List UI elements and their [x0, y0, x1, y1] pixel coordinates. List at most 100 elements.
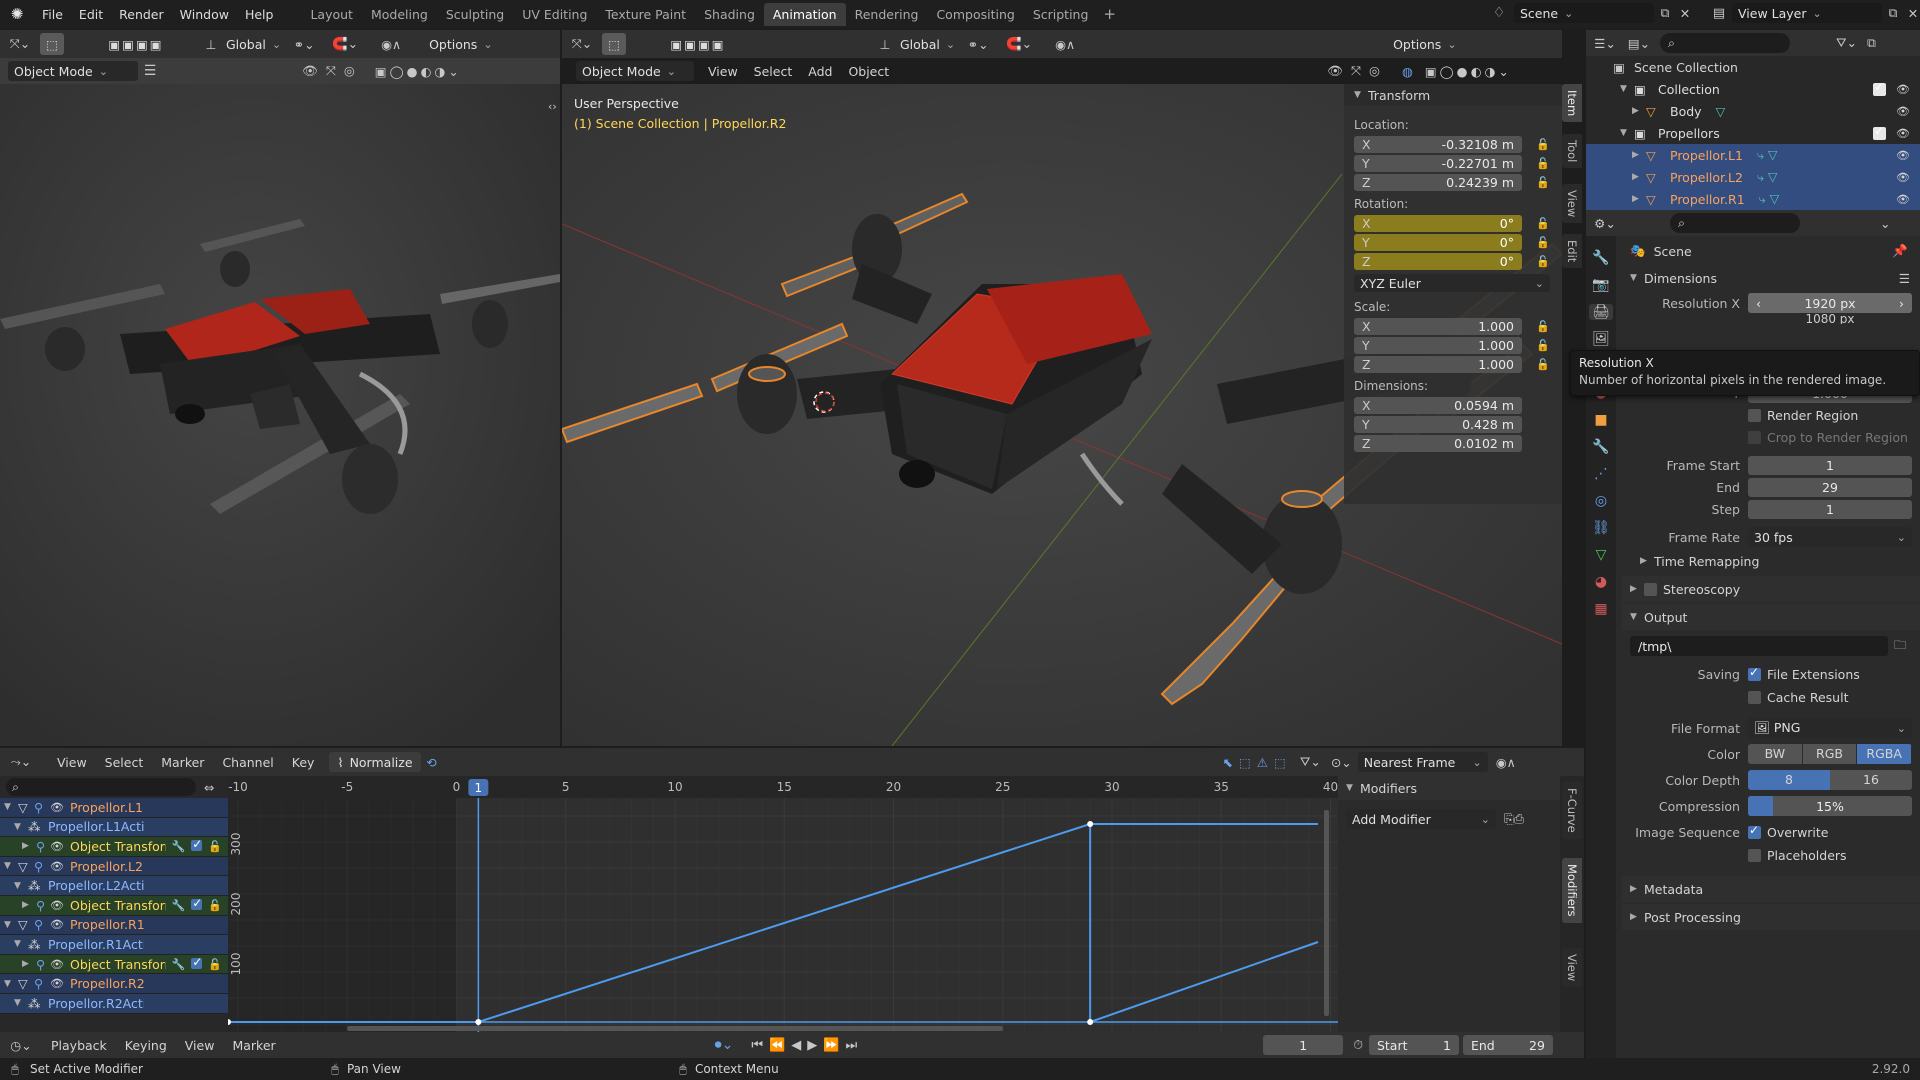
lock-icon[interactable]: 🔓	[208, 899, 222, 912]
expand-icon[interactable]: ▼	[14, 998, 28, 1008]
channel-row[interactable]: ▶⚲👁Object Transforms🔧🔓	[0, 837, 228, 857]
pin-icon[interactable]: ⚲	[34, 800, 50, 815]
sidebar-tab-tool[interactable]: Tool	[1562, 134, 1582, 169]
channel-search-input[interactable]: ⌕	[6, 778, 196, 796]
outliner-row[interactable]: ▶ ▽ Propellor.L2 ⤷ ▽ 👁	[1586, 166, 1920, 188]
color-option-rgb[interactable]: RGB	[1802, 744, 1858, 764]
tab-animation[interactable]: Animation	[763, 2, 846, 26]
lock-icon[interactable]: 🔓	[208, 840, 222, 853]
depth-option-8[interactable]: 8	[1748, 770, 1830, 790]
pivot-icon[interactable]: ⚭⌄	[287, 37, 321, 52]
outliner-row[interactable]: ▼▣ Propellors 👁	[1586, 122, 1920, 144]
menu-window[interactable]: Window	[172, 7, 237, 22]
presets-icon[interactable]: ☰	[1899, 271, 1910, 286]
scale-x-field[interactable]: X 1.000	[1354, 318, 1522, 335]
pin-icon[interactable]: ⚲	[36, 957, 50, 972]
outliner-row[interactable]: ▼▣ Collection 👁	[1586, 78, 1920, 100]
pin-icon[interactable]: 📌	[1892, 243, 1908, 259]
editor-type-icon[interactable]: ◷⌄	[0, 1038, 42, 1053]
area-split-icon[interactable]: ‹›	[548, 100, 557, 113]
rotation-z-field[interactable]: Z 0°	[1354, 253, 1522, 270]
object-mode-dropdown[interactable]: Object Mode	[8, 61, 138, 81]
object-mode-dropdown[interactable]: Object Mode	[576, 61, 694, 81]
eye-icon[interactable]: 👁	[50, 860, 66, 873]
channel-row[interactable]: ▼⁂ Propellor.R2Action	[0, 993, 228, 1014]
graph-menu-marker[interactable]: Marker	[152, 755, 213, 770]
rotation-x-field[interactable]: X 0°	[1354, 215, 1522, 232]
menu-edit[interactable]: Edit	[71, 7, 111, 22]
select-tool-icon[interactable]: ⬚	[602, 33, 626, 55]
resolution-y-value[interactable]: 1080 px	[1748, 314, 1912, 324]
horizontal-scrollbar[interactable]	[347, 1026, 1003, 1031]
compression-slider[interactable]: 15%	[1748, 796, 1912, 816]
cache-row[interactable]: Cache Result	[1622, 686, 1920, 708]
pin-icon[interactable]: ⚲	[36, 839, 50, 854]
dimensions-y-field[interactable]: Y 0.428 m	[1354, 416, 1522, 433]
eye-icon[interactable]: 👁	[50, 840, 66, 853]
metadata-header[interactable]: ▶ Metadata	[1622, 876, 1920, 902]
visibility-icons[interactable]: 👁⤧◎	[302, 63, 363, 79]
stereoscopy-checkbox[interactable]	[1644, 582, 1657, 596]
overlay-icon[interactable]: ◍	[1402, 64, 1413, 79]
timeline-menu-marker[interactable]: Marker	[223, 1038, 284, 1053]
eye-icon[interactable]: 👁	[50, 958, 66, 971]
lock-icon[interactable]: 🔓	[1536, 255, 1550, 268]
wrench-icon[interactable]: 🔧	[172, 840, 186, 853]
rotation-y-field[interactable]: Y 0°	[1354, 234, 1522, 251]
rotation-mode-dropdown[interactable]: XYZ Euler	[1354, 274, 1550, 292]
folder-icon[interactable]: 🗀	[1894, 636, 1907, 657]
eye-icon[interactable]: 👁	[1896, 83, 1910, 96]
tab-scripting[interactable]: Scripting	[1024, 3, 1098, 26]
editor-type-icon[interactable]: ⤳⌄	[0, 754, 42, 770]
keyframe-point[interactable]	[475, 1019, 482, 1025]
frame-start-field[interactable]: 1	[1748, 455, 1912, 475]
lock-icon[interactable]: 🔓	[1536, 358, 1550, 371]
post-processing-header[interactable]: ▶ Post Processing	[1622, 904, 1920, 930]
data-tab-icon[interactable]: ▽	[1596, 547, 1607, 563]
add-modifier-dropdown[interactable]: Add Modifier	[1346, 809, 1496, 829]
physics-tab-icon[interactable]: ◎	[1595, 493, 1607, 509]
viewlayer-selector[interactable]: ▤ View Layer ⧉ ✕	[1706, 3, 1920, 23]
new-viewlayer-icon[interactable]: ⧉	[1882, 5, 1904, 21]
lock-icon[interactable]: 🔓	[1536, 320, 1550, 333]
dimensions-x-field[interactable]: X 0.0594 m	[1354, 397, 1522, 414]
timeline-menu-keying[interactable]: Keying	[116, 1038, 176, 1053]
sidebar-tab-view[interactable]: View	[1562, 184, 1582, 224]
pin-icon[interactable]: ⚲	[34, 917, 50, 932]
transform-orientation-dropdown[interactable]: Global	[220, 34, 287, 54]
viewport-menu-object[interactable]: Object	[840, 64, 897, 79]
file-extensions-checkbox[interactable]	[1748, 665, 1761, 681]
copy-modifiers-icon[interactable]: ⎘⎙	[1504, 811, 1524, 827]
eye-icon[interactable]: 👁	[50, 918, 66, 931]
options-chevron-icon[interactable]: ⌄	[1880, 216, 1890, 231]
render-region-row[interactable]: Render Region	[1622, 404, 1920, 426]
visibility-icons[interactable]: 👁⤧◎	[1327, 63, 1388, 79]
viewport-menu-add[interactable]: Add	[800, 64, 840, 79]
lock-icon[interactable]: 🔓	[1536, 339, 1550, 352]
channel-row[interactable]: ▼⁂ Propellor.L2Action	[0, 876, 228, 896]
close-scene-icon[interactable]: ✕	[1676, 6, 1694, 21]
sidebar-tab-edit[interactable]: Edit	[1562, 234, 1582, 269]
constraints-tab-icon[interactable]: ⛓	[1592, 520, 1610, 536]
channel-row[interactable]: ▼⁂ Propellor.L1Action	[0, 817, 228, 838]
swap-icon[interactable]: ⇔	[204, 780, 214, 795]
graph-tab-view[interactable]: View	[1562, 948, 1582, 988]
time-remapping-header[interactable]: ▶ Time Remapping	[1622, 548, 1920, 574]
expand-icon[interactable]: ▼	[14, 822, 28, 832]
lock-icon[interactable]: 🔓	[1536, 217, 1550, 230]
overwrite-checkbox[interactable]	[1748, 823, 1761, 839]
auto-normalize-icon[interactable]: ⟲	[421, 755, 443, 770]
options-dropdown[interactable]: Options	[1387, 34, 1462, 54]
tab-modeling[interactable]: Modeling	[362, 3, 437, 26]
filter-icon[interactable]: ⛛⌄	[1836, 35, 1857, 51]
playback-controls[interactable]: ⏮⏪◀▶⏩⏭	[751, 1038, 863, 1053]
include-checkbox[interactable]	[1873, 124, 1887, 140]
location-y-field[interactable]: Y -0.22701 m	[1354, 155, 1522, 172]
graph-menu-channel[interactable]: Channel	[213, 755, 282, 770]
record-icon[interactable]: ⏺⌄	[715, 1037, 734, 1053]
lock-icon[interactable]: 🔓	[1536, 138, 1550, 151]
add-workspace-button[interactable]: +	[1103, 5, 1116, 23]
expand-icon[interactable]: ▼	[4, 920, 18, 930]
pivot-icon[interactable]: ⚭⌄	[961, 37, 995, 52]
output-panel-header[interactable]: ▼ Output	[1622, 604, 1920, 630]
